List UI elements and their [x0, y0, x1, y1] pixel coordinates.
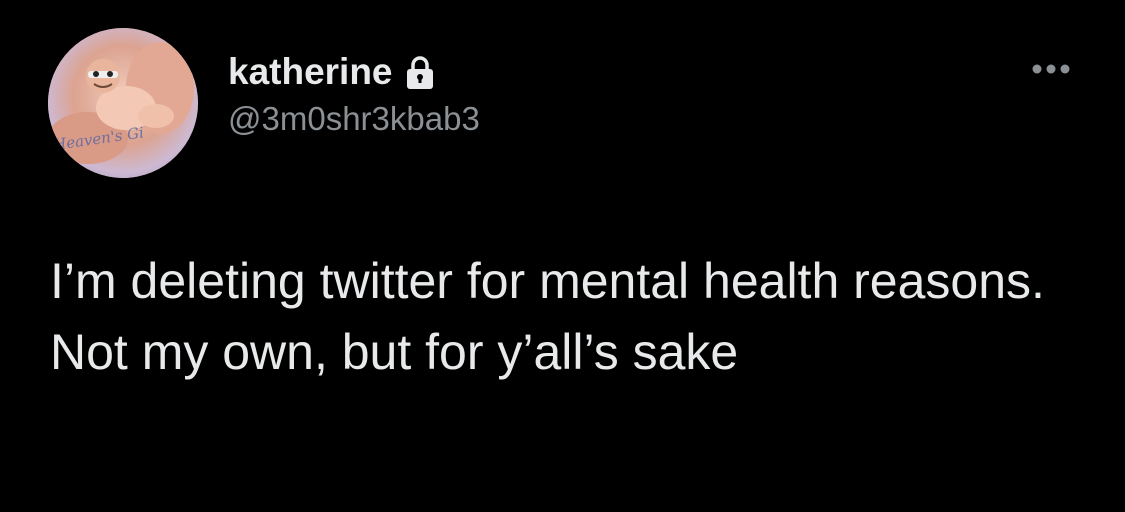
ellipsis-icon[interactable]: [1030, 62, 1072, 76]
author-handle[interactable]: @3m0shr3kbab3: [228, 100, 480, 138]
author-name-row: katherine: [228, 50, 480, 94]
tweet-header: katherine @3m0shr3kbab3: [228, 50, 480, 138]
avatar[interactable]: Heaven's Gi: [48, 28, 198, 178]
avatar-image: Heaven's Gi: [48, 28, 198, 178]
tweet: Heaven's Gi katherine @3m0shr3kbab3 I’m …: [0, 0, 1125, 512]
lock-icon: [405, 56, 435, 90]
tweet-text: I’m deleting twitter for mental health r…: [50, 253, 1059, 380]
author-display-name[interactable]: katherine: [228, 51, 393, 93]
